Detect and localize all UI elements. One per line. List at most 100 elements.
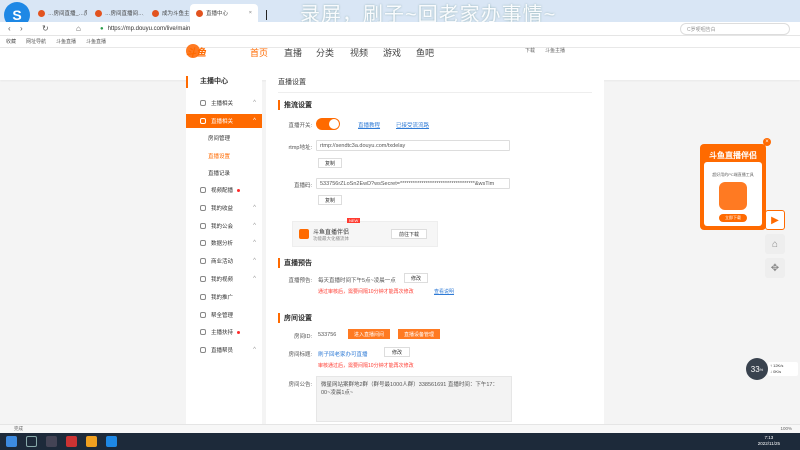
bookmark-item[interactable]: 斗鱼直播	[56, 38, 76, 45]
douyu-logo[interactable]: 斗鱼	[186, 44, 206, 59]
device-manage-button[interactable]: 直播设备管理	[398, 329, 440, 339]
browser-tab[interactable]: 成为斗鱼主播 - 斗鱼×	[146, 4, 189, 22]
play-icon[interactable]: ▶	[765, 210, 785, 230]
companion-promo-card[interactable]: 斗鱼直播伴侣 超好用的PC端直播工具 立即下载	[700, 144, 766, 230]
title-note: 审核通过后，需要间隔10分钟才能再次修改	[318, 363, 414, 369]
sidebar-item-analytics[interactable]: 数据分析 ^	[186, 236, 262, 250]
notification-dot	[237, 330, 241, 334]
sidebar-item-anchor[interactable]: 主播相关 ^	[186, 96, 262, 110]
tutorial-link[interactable]: 直播教程	[358, 121, 380, 129]
toggle-knob	[329, 119, 339, 129]
room-id-label: 房间ID:	[293, 334, 312, 340]
promo-close-icon[interactable]: ×	[763, 138, 771, 146]
rtmp-label: rtmp地址:	[288, 145, 312, 151]
tab-close-icon[interactable]: ×	[249, 10, 252, 16]
megaphone-icon	[200, 294, 206, 300]
helper-icon	[200, 347, 206, 353]
sidebar-item-management[interactable]: 帮全管理	[186, 308, 262, 322]
browser-tab[interactable]: …房间直播间…主播×	[89, 4, 144, 22]
copy-rtmp-button[interactable]: 复制	[318, 158, 342, 168]
sidebar-item-business[interactable]: 商业活动 ^	[186, 254, 262, 268]
sidebar-item-guild[interactable]: 我的公会 ^	[186, 219, 262, 233]
sidebar-item-my-videos[interactable]: 我的视频 ^	[186, 272, 262, 286]
start-icon[interactable]	[6, 436, 17, 447]
download-button[interactable]: 前往下载	[391, 229, 427, 239]
page-title: 直播设置	[278, 79, 306, 86]
browser-search-input[interactable]: C罗哽咽告白	[680, 23, 790, 35]
sidebar-title: 主播中心	[186, 76, 262, 88]
section-title-preview: 直播预告	[278, 258, 312, 268]
bookmark-item[interactable]: 收藏	[6, 38, 16, 45]
nav-fishbar[interactable]: 鱼吧	[416, 46, 434, 59]
nav-video[interactable]: 视频	[350, 46, 368, 59]
rtmp-input[interactable]: rtmp://sendtc3a.douyu.com/txdelay	[316, 140, 510, 151]
sidebar-item-live[interactable]: 直播相关 ^	[186, 114, 262, 128]
recorder-icon[interactable]	[66, 436, 77, 447]
sidebar-item-support[interactable]: 主播扶持	[186, 325, 262, 339]
user-menu[interactable]: 斗鱼主播	[545, 47, 565, 54]
bookmark-item[interactable]: 斗鱼直播	[86, 38, 106, 45]
network-monitor-badge[interactable]: 33%	[746, 358, 768, 380]
sidebar-item-income[interactable]: 我的收益 ^	[186, 201, 262, 215]
browser-taskbar-icon[interactable]	[106, 436, 117, 447]
view-explanation-link[interactable]: 查看说明	[434, 288, 454, 295]
sidebar-item-helper[interactable]: 直播帮员 ^	[186, 343, 262, 357]
download-link[interactable]: 下载	[525, 47, 535, 54]
sidebar-item-promotion[interactable]: 我的推广	[186, 290, 262, 304]
task-view-icon[interactable]	[46, 436, 57, 447]
copy-code-button[interactable]: 复制	[318, 195, 342, 205]
zoom-level[interactable]: 100%	[780, 426, 792, 431]
wallet-icon	[200, 205, 206, 211]
nav-game[interactable]: 游戏	[383, 46, 401, 59]
promo-download-button[interactable]: 立即下载	[719, 214, 747, 222]
promo-card-body: 超好用的PC端直播工具 立即下载	[704, 162, 762, 226]
sidebar-subitem-settings[interactable]: 直播设置	[208, 152, 230, 160]
room-title-value: 刷子回老家办可直播	[318, 352, 368, 358]
edit-title-button[interactable]: 修改	[384, 347, 410, 357]
chevron-up-icon: ^	[253, 347, 256, 353]
companion-banner[interactable]: NEW 斗鱼直播伴侣 功能最大化播流体 前往下载	[292, 218, 438, 247]
nav-category[interactable]: 分类	[316, 46, 334, 59]
reload-icon[interactable]: ↻	[42, 24, 49, 33]
douyu-app-icon	[719, 182, 747, 210]
user-icon	[200, 100, 206, 106]
search-icon[interactable]	[26, 436, 37, 447]
section-title-stream: 推流设置	[278, 100, 312, 110]
expand-icon[interactable]: ✥	[765, 258, 785, 278]
stream-code-input[interactable]: 533756rZLoSn2EwD?wsSecret=**************…	[316, 178, 510, 189]
room-id-value: 533756	[318, 332, 337, 338]
back-icon[interactable]: ‹	[8, 24, 11, 33]
nav-home[interactable]: 首页	[250, 46, 268, 59]
section-title-room: 房间设置	[278, 313, 312, 323]
stream-route-link[interactable]: 已接受流流路	[396, 121, 429, 129]
forward-icon[interactable]: ›	[20, 24, 23, 33]
enter-room-button[interactable]: 进入直播间间	[348, 329, 390, 339]
browser-tab-strip: S …房间直播_…房间直播间…× …房间直播间…主播× 成为斗鱼主播 - 斗鱼×…	[0, 0, 800, 28]
browser-tab-active[interactable]: 直播中心 ×	[190, 4, 258, 22]
chevron-up-icon: ^	[253, 100, 256, 106]
home-icon[interactable]: ⌂	[76, 24, 81, 33]
address-bar-row: ‹ › ↻ ⌂ ● https://mp.douyu.com/live/main …	[0, 22, 800, 36]
video-icon	[200, 187, 206, 193]
text-cursor	[266, 10, 267, 20]
home-float-icon[interactable]: ⌂	[765, 234, 785, 254]
obs-icon[interactable]	[86, 436, 97, 447]
thumb-icon	[200, 329, 206, 335]
sidebar-subitem-records[interactable]: 直播记录	[208, 169, 230, 177]
sidebar-item-video[interactable]: 视频配播	[186, 183, 262, 197]
new-badge: NEW	[347, 218, 361, 223]
banner-title: 斗鱼直播伴侣	[313, 230, 350, 236]
sidebar-subitem-room[interactable]: 房间管理	[208, 134, 230, 142]
live-toggle[interactable]	[316, 118, 340, 130]
bookmark-item[interactable]: 网址导航	[26, 38, 46, 45]
promo-title: 斗鱼直播伴侣	[709, 151, 757, 160]
url-input[interactable]: ● https://mp.douyu.com/live/main	[94, 23, 614, 35]
edit-preview-button[interactable]: 修改	[404, 273, 428, 283]
nav-live[interactable]: 直播	[284, 46, 302, 59]
preview-note: 通过审核后，需要间隔10分钟才能再次修改	[318, 289, 414, 295]
stream-code-label: 直播码:	[293, 183, 312, 189]
companion-app-icon	[299, 229, 309, 239]
browser-tab[interactable]: …房间直播_…房间直播间…×	[32, 4, 87, 22]
room-notice-textarea[interactable]: 微星网站案群地2群（群号最1000人群）338561691 直播时间：下午17：…	[316, 376, 512, 422]
system-clock[interactable]: 7:13 2022/11/25	[758, 435, 780, 447]
